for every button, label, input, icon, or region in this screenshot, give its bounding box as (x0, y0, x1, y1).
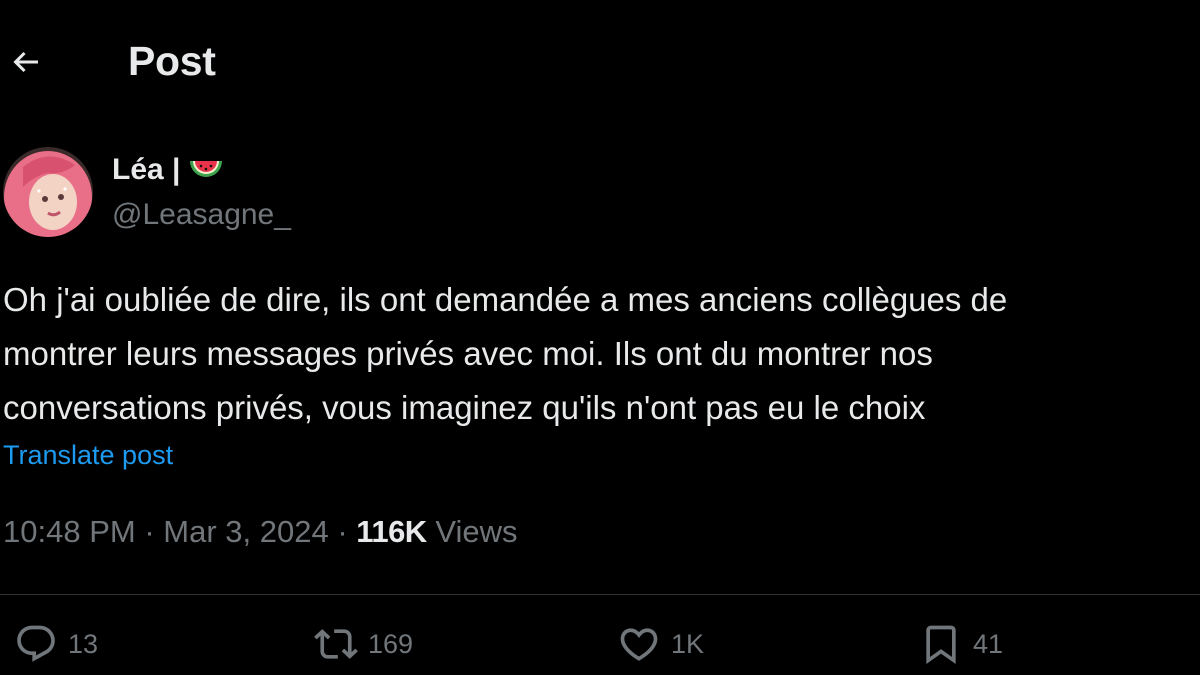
back-button[interactable] (6, 42, 46, 82)
watermelon-icon (188, 155, 224, 185)
reply-button[interactable]: 13 (14, 622, 98, 666)
repost-icon (314, 629, 358, 659)
post-text-line: conversations privés, vous imaginez qu'i… (3, 389, 926, 426)
divider (0, 594, 1200, 595)
bookmark-icon (926, 625, 956, 665)
action-bar: 13 169 1K 41 (0, 622, 1200, 672)
author-name-row[interactable]: Léa | (112, 153, 224, 187)
post-text-line: Oh j'ai oubliée de dire, ils ont demandé… (3, 281, 1008, 318)
post-date[interactable]: Mar 3, 2024 (163, 514, 328, 549)
repost-count: 169 (368, 628, 414, 659)
like-count: 1K (671, 628, 705, 659)
translate-post-link[interactable]: Translate post (3, 440, 173, 471)
heart-icon (620, 628, 658, 661)
like-button[interactable]: 1K (617, 622, 704, 666)
repost-button[interactable]: 169 (314, 622, 413, 666)
meta-separator: · (144, 514, 155, 549)
views-label: Views (435, 514, 518, 549)
post-meta: 10:48 PM · Mar 3, 2024 · 116K Views (3, 514, 517, 550)
arrow-left-icon (13, 51, 38, 73)
post-time[interactable]: 10:48 PM (3, 514, 136, 549)
views-count: 116K (356, 514, 427, 549)
author-handle[interactable]: @Leasagne_ (112, 198, 291, 232)
post-text-line: montrer leurs messages privés avec moi. … (3, 335, 933, 372)
bookmark-count: 41 (973, 628, 1004, 659)
post-text: Oh j'ai oubliée de dire, ils ont demandé… (3, 273, 1197, 435)
page-title: Post (128, 38, 216, 84)
reply-icon (17, 625, 55, 662)
author-display-name: Léa | (112, 153, 181, 186)
post-header: Post (0, 0, 1200, 120)
avatar[interactable] (3, 147, 93, 237)
meta-separator: · (337, 514, 348, 549)
bookmark-button[interactable]: 41 (919, 622, 1003, 666)
reply-count: 13 (68, 628, 99, 659)
